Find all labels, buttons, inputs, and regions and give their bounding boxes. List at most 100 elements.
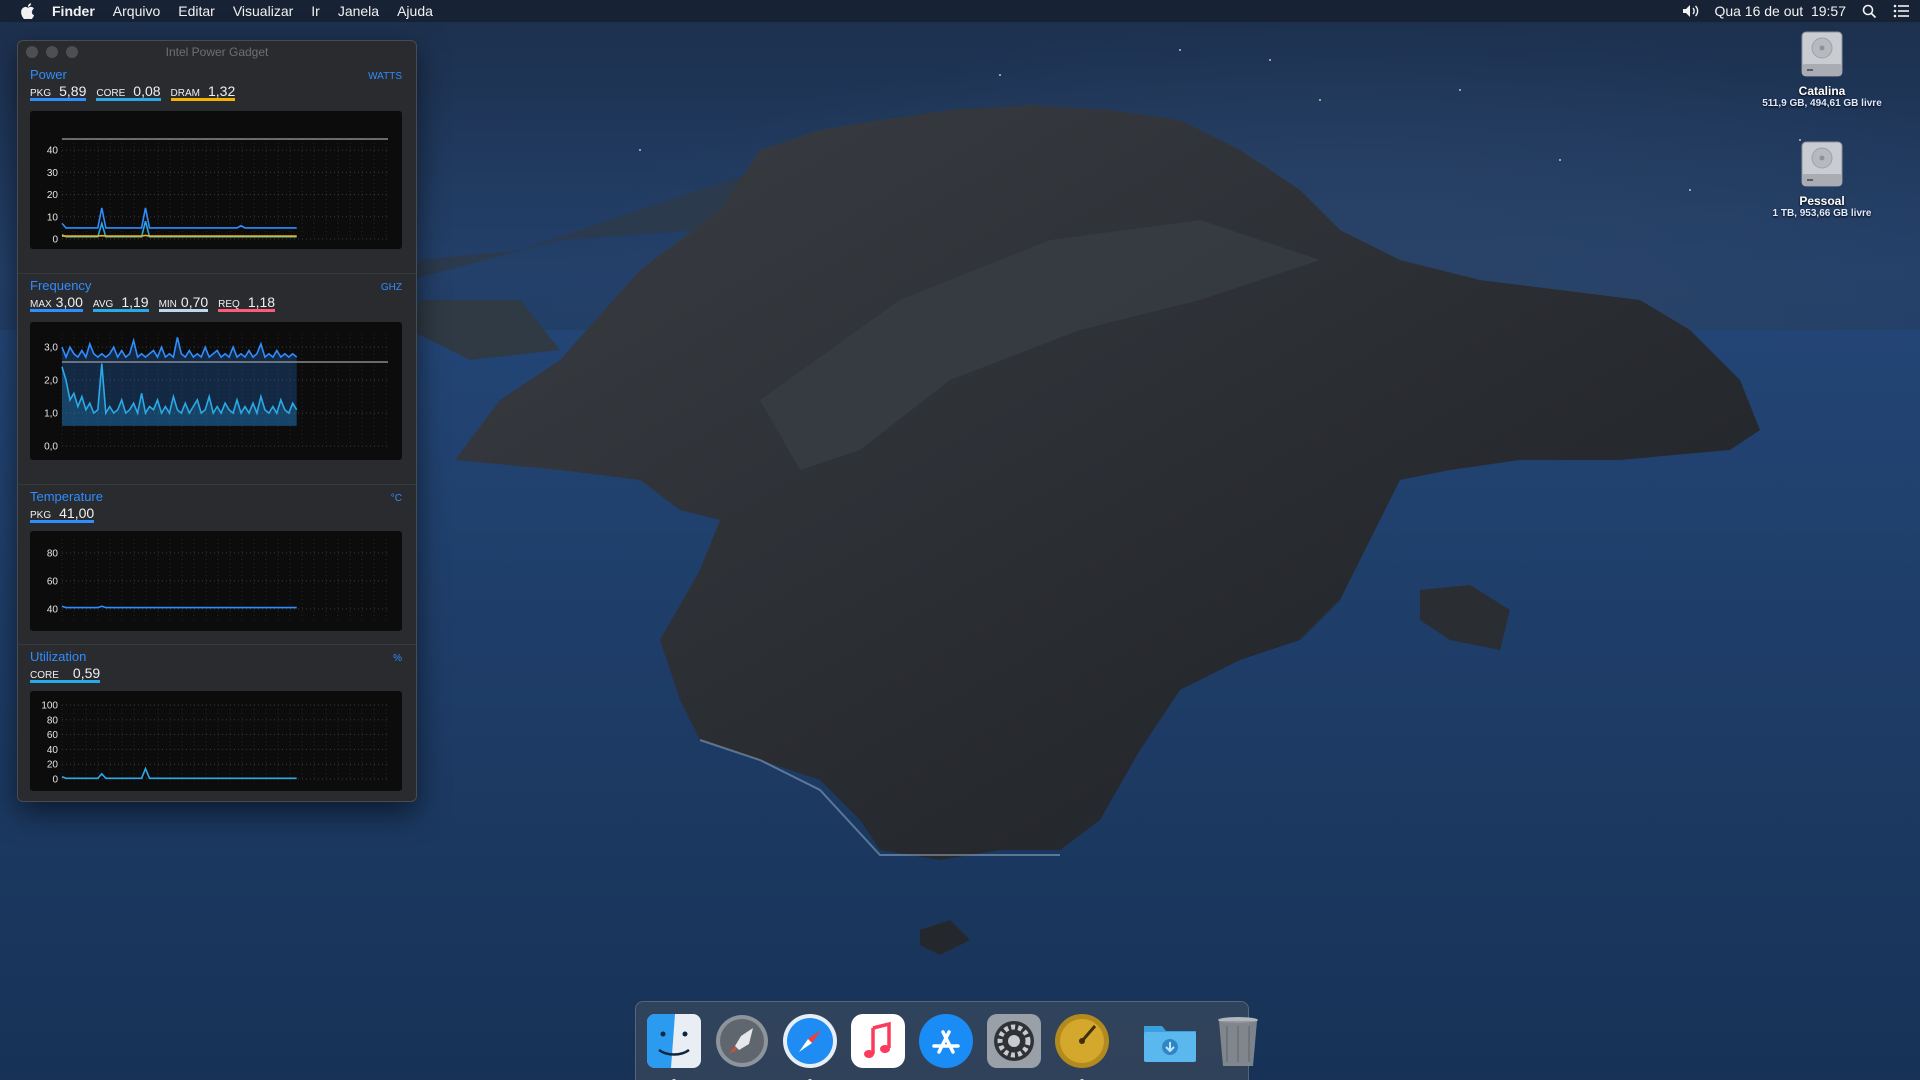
tick-label: 80 <box>47 549 59 560</box>
window-controls <box>26 46 78 58</box>
volume-icon[interactable] <box>1682 2 1700 20</box>
temperature-readouts: PKG 41,00 <box>30 505 402 527</box>
frequency-chart-svg: 0,0 1,0 2,0 3,0 <box>44 334 388 453</box>
readout-value: 0,08 <box>133 83 161 99</box>
system-preferences-icon[interactable] <box>985 1012 1043 1070</box>
tick-label: 1,0 <box>44 409 58 420</box>
menu-janela[interactable]: Janela <box>338 0 379 22</box>
window-titlebar[interactable]: Intel Power Gadget <box>18 41 416 63</box>
hard-drive-icon <box>1799 28 1845 80</box>
tick-label: 40 <box>47 745 59 756</box>
tick-label: 0 <box>52 775 58 786</box>
frequency-section: Frequency GHZ MAX 3,00 AVG 1,19 MIN 0,70 RE… <box>18 273 416 484</box>
readout-value: 1,18 <box>247 294 276 310</box>
readout-label: AVG <box>92 299 114 310</box>
menu-ir[interactable]: Ir <box>311 0 320 22</box>
readout-value: 3,00 <box>55 294 83 310</box>
series-line <box>61 766 297 780</box>
readout-label: PKG <box>30 510 52 521</box>
series-line <box>62 234 297 237</box>
readout-value: 5,89 <box>59 83 87 99</box>
tick-label: 0,0 <box>44 442 58 453</box>
series-line <box>61 605 297 609</box>
app-store-icon[interactable] <box>917 1012 975 1070</box>
power-gadget-icon[interactable] <box>1053 1012 1111 1080</box>
notification-center-icon[interactable] <box>1892 2 1910 20</box>
readout-dram: DRAM 1,32 <box>170 83 236 101</box>
clock[interactable]: Qua 16 de out 19:57 <box>1714 3 1846 19</box>
menu-editar[interactable]: Editar <box>178 0 215 22</box>
readout-value: 0,59 <box>72 665 101 681</box>
tick-label: 20 <box>47 190 59 201</box>
utilization-chart: 0 20 40 60 80 100 <box>30 691 402 791</box>
tick-label: 20 <box>47 760 59 771</box>
tick-label: 80 <box>47 715 59 726</box>
minimize-button[interactable] <box>46 46 58 58</box>
readout-label: MAX <box>30 299 52 310</box>
status-area: Qua 16 de out 19:57 <box>1682 2 1910 20</box>
tick-label: 60 <box>47 577 59 588</box>
readout-label: MIN <box>158 299 177 310</box>
readout-value: 1,32 <box>207 83 236 99</box>
readout-max: MAX 3,00 <box>30 294 83 312</box>
frequency-unit: GHZ <box>380 282 402 293</box>
menu-bar: Finder Arquivo Editar Visualizar Ir Jane… <box>0 0 1920 22</box>
power-readouts: PKG 5,89 CORE 0,08 DRAM 1,32 <box>30 83 402 105</box>
tick-label: 60 <box>47 730 59 741</box>
desktop-disk-pessoal[interactable]: Pessoal 1 TB, 953,66 GB livre <box>1742 138 1902 219</box>
hard-drive-icon <box>1799 138 1845 190</box>
downloads-folder-icon[interactable] <box>1141 1012 1199 1070</box>
readout-label: PKG <box>30 88 52 99</box>
readout-avg: AVG 1,19 <box>92 294 149 312</box>
disk-info: 511,9 GB, 494,61 GB livre <box>1762 98 1882 109</box>
power-gadget-window[interactable]: Intel Power Gadget Power WATTS PKG 5,89 C… <box>17 40 417 802</box>
safari-icon[interactable] <box>781 1012 839 1080</box>
readout-util-core: CORE 0,59 <box>30 665 101 683</box>
temperature-chart: 40 60 80 <box>30 531 402 631</box>
series-line <box>61 207 297 229</box>
readout-req: REQ 1,18 <box>218 294 276 312</box>
tick-label: 10 <box>47 212 59 223</box>
readout-label: CORE <box>96 88 126 99</box>
disk-name: Pessoal <box>1799 194 1845 208</box>
trash-icon[interactable] <box>1209 1012 1267 1070</box>
menu-app-name[interactable]: Finder <box>52 0 95 22</box>
tick-label: 3,0 <box>44 343 58 354</box>
spotlight-search-icon[interactable] <box>1860 2 1878 20</box>
finder-icon[interactable] <box>645 1012 703 1080</box>
utilization-chart-svg: 0 20 40 60 80 100 <box>41 701 388 786</box>
readout-label: REQ <box>218 299 240 310</box>
power-title: Power <box>30 67 67 82</box>
zoom-button[interactable] <box>66 46 78 58</box>
frequency-title: Frequency <box>30 278 92 293</box>
dock <box>635 1001 1258 1080</box>
power-chart-svg: 0 10 20 30 40 <box>47 138 388 246</box>
power-unit: WATTS <box>368 71 402 82</box>
menu-visualizar[interactable]: Visualizar <box>233 0 293 22</box>
close-button[interactable] <box>26 46 38 58</box>
temperature-title: Temperature <box>30 489 103 504</box>
utilization-section: Utilization % CORE 0,59 0 20 40 60 80 100 <box>18 644 416 801</box>
launchpad-icon[interactable] <box>713 1012 771 1070</box>
utilization-unit: % <box>393 653 402 664</box>
disk-info: 1 TB, 953,66 GB livre <box>1772 208 1872 219</box>
tick-label: 2,0 <box>44 376 58 387</box>
tick-label: 40 <box>47 605 59 616</box>
menu-ajuda[interactable]: Ajuda <box>397 0 433 22</box>
window-title: Intel Power Gadget <box>165 45 269 59</box>
readout-label: DRAM <box>170 88 200 99</box>
readout-value: 1,19 <box>121 294 149 310</box>
menu-arquivo[interactable]: Arquivo <box>113 0 160 22</box>
temperature-chart-svg: 40 60 80 <box>47 539 388 623</box>
readout-pkg: PKG 5,89 <box>30 83 87 101</box>
frequency-readouts: MAX 3,00 AVG 1,19 MIN 0,70 REQ 1,18 <box>30 294 402 316</box>
music-icon[interactable] <box>849 1012 907 1070</box>
temperature-unit: °C <box>390 493 402 504</box>
series-line <box>61 220 297 238</box>
readout-value: 0,70 <box>180 294 209 310</box>
desktop-disk-catalina[interactable]: Catalina 511,9 GB, 494,61 GB livre <box>1742 28 1902 109</box>
apple-logo-icon[interactable] <box>18 0 38 22</box>
readout-core: CORE 0,08 <box>96 83 161 101</box>
frequency-chart: 0,0 1,0 2,0 3,0 <box>30 322 402 460</box>
tick-label: 100 <box>41 701 58 712</box>
